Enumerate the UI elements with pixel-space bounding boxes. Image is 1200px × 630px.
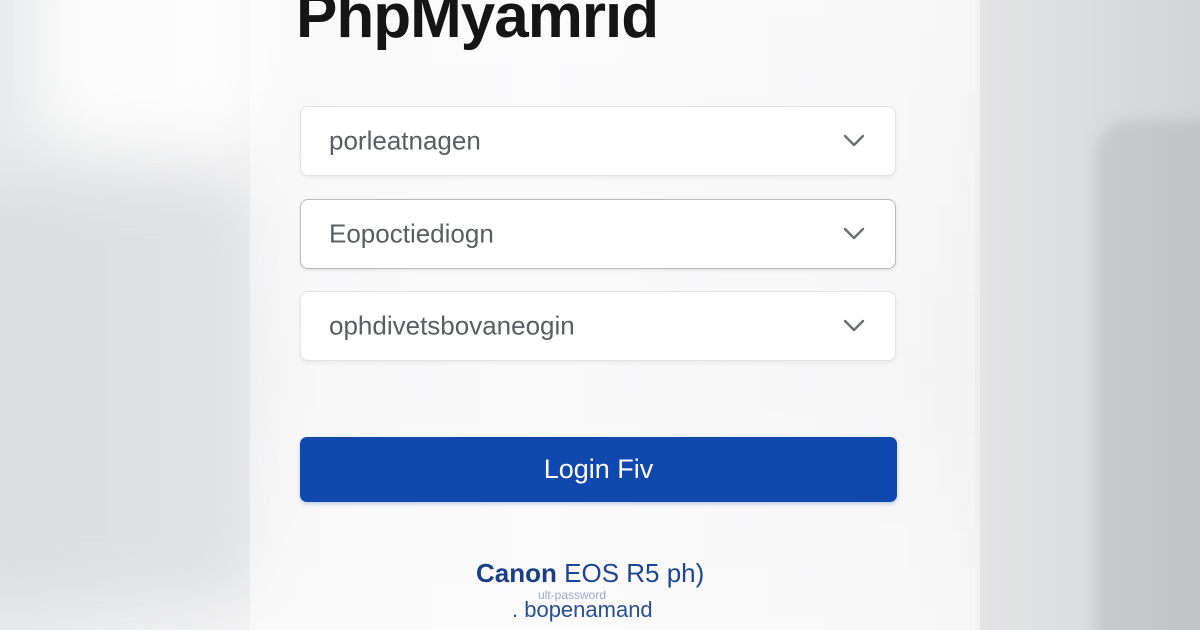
select-field-1[interactable]: porleatnagen xyxy=(300,106,896,176)
select-field-1-value: porleatnagen xyxy=(329,125,481,156)
background-highlight xyxy=(40,0,260,140)
footer-caption: Canon EOS R5 ph) xyxy=(476,558,704,589)
background-blur-left xyxy=(0,180,260,600)
chevron-down-icon xyxy=(843,227,865,240)
background-monitor xyxy=(1095,120,1200,630)
chevron-down-icon xyxy=(843,134,865,147)
login-button[interactable]: Login Fiv xyxy=(300,437,897,502)
login-page: PhpMyamrid porleatnagen Eopoctiediogn op… xyxy=(0,0,1200,630)
footer-model: EOS R5 ph) xyxy=(564,558,705,588)
select-field-3-value: ophdivetsbovaneogin xyxy=(329,310,575,341)
chevron-down-icon xyxy=(843,319,865,332)
app-title: PhpMyamrid xyxy=(296,0,659,51)
footer-subcaption: . bopenamand xyxy=(512,597,653,622)
select-field-2-value: Eopoctiediogn xyxy=(329,218,494,249)
footer-brand: Canon xyxy=(476,558,557,588)
select-field-2[interactable]: Eopoctiediogn xyxy=(300,199,896,269)
select-field-3[interactable]: ophdivetsbovaneogin xyxy=(300,291,896,361)
